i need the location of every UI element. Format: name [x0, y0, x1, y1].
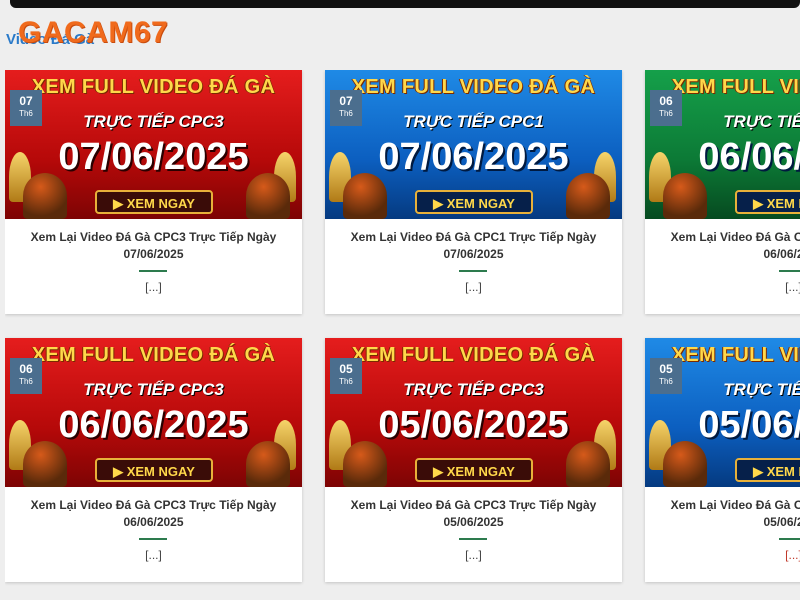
post-title[interactable]: Xem Lại Video Đá Gà CPC3 Trực Tiếp Ngày …: [335, 497, 612, 531]
banner-headline: XEM FULL VIDEO ĐÁ GÀ: [351, 76, 596, 98]
date-badge-month: Th6: [659, 377, 673, 386]
divider: [779, 270, 800, 272]
date-badge-day: 07: [19, 94, 33, 108]
date-badge: 07 Th6: [10, 90, 42, 126]
banner-headline: XEM FULL VIDEO ĐÁ GÀ: [31, 344, 276, 366]
top-bar: [10, 0, 800, 8]
date-badge-day: 06: [19, 362, 33, 376]
date-badge-month: Th6: [339, 377, 353, 386]
post-title[interactable]: Xem Lại Video Đá Gà CPC3 Trực Tiếp Ngày …: [15, 497, 292, 531]
date-badge: 05 Th6: [330, 358, 362, 394]
post-thumbnail[interactable]: XEM FULL VIDEO ĐÁ GÀ TRỰC TIẾP CPC3 05/0…: [325, 338, 622, 487]
post-thumbnail[interactable]: XEM FULL VIDEO ĐÁ GÀ TRỰC TIẾP CPC3 06/0…: [5, 338, 302, 487]
read-more-link[interactable]: [...]: [5, 548, 302, 562]
header: Video Đá Gà GACAM67: [0, 14, 800, 54]
date-badge-day: 06: [659, 94, 673, 108]
read-more-link[interactable]: [...]: [325, 548, 622, 562]
read-more-link[interactable]: [...]: [645, 280, 800, 294]
banner-subtitle: TRỰC TIẾP CPC3: [83, 112, 224, 131]
rooster-icon: [343, 441, 387, 487]
banner-date: 07/06/2025: [58, 136, 249, 178]
divider: [779, 538, 800, 540]
post-title[interactable]: Xem Lại Video Đá Gà CPC1 Trực Tiếp Ngày …: [335, 229, 612, 263]
date-badge-month: Th6: [339, 109, 353, 118]
banner-subtitle: TRỰC TIẾP CPC1: [403, 112, 544, 131]
read-more-link[interactable]: [...]: [5, 280, 302, 294]
watch-now-button: ▶ XEM NGAY: [415, 190, 533, 214]
banner-date: 06/06/2025: [58, 404, 249, 446]
banner-date: 07/06/2025: [378, 136, 569, 178]
post-card[interactable]: XEM FULL VIDEO ĐÁ GÀ TRỰC TIẾP CPC3 06/0…: [5, 338, 302, 582]
post-thumbnail[interactable]: XEM FULL VIDEO ĐÁ GÀ TRỰC TIẾP CPC1 07/0…: [325, 70, 622, 219]
banner-subtitle: TRỰC TIẾP CPC3: [83, 380, 224, 399]
date-badge-day: 05: [339, 362, 353, 376]
post-title[interactable]: Xem Lại Video Đá Gà CPC1 Trực Tiếp Ngày …: [655, 229, 800, 263]
post-thumbnail[interactable]: XEM FULL VIDEO ĐÁ GÀ TRỰC TIẾP CPC1 06/0…: [645, 70, 800, 219]
date-badge: 06 Th6: [10, 358, 42, 394]
divider: [139, 538, 167, 540]
banner-headline: XEM FULL VIDEO ĐÁ GÀ: [351, 344, 596, 366]
banner-date: 05/06/2025: [698, 404, 800, 446]
post-card[interactable]: XEM FULL VIDEO ĐÁ GÀ TRỰC TIẾP CPC1 05/0…: [645, 338, 800, 582]
rooster-icon: [663, 173, 707, 219]
post-card[interactable]: XEM FULL VIDEO ĐÁ GÀ TRỰC TIẾP CPC1 07/0…: [325, 70, 622, 314]
rooster-icon: [23, 441, 67, 487]
read-more-link[interactable]: [...]: [645, 548, 800, 562]
banner-date: 06/06/2025: [698, 136, 800, 178]
divider: [459, 538, 487, 540]
rooster-icon: [343, 173, 387, 219]
post-grid: XEM FULL VIDEO ĐÁ GÀ TRỰC TIẾP CPC3 07/0…: [5, 70, 800, 600]
watch-now-button: ▶ XEM NGAY: [415, 458, 533, 482]
divider: [139, 270, 167, 272]
watch-now-button: ▶ XEM NGAY: [95, 190, 213, 214]
post-card[interactable]: XEM FULL VIDEO ĐÁ GÀ TRỰC TIẾP CPC3 07/0…: [5, 70, 302, 314]
watch-now-button: ▶ XEM NGAY: [95, 458, 213, 482]
post-thumbnail[interactable]: XEM FULL VIDEO ĐÁ GÀ TRỰC TIẾP CPC1 05/0…: [645, 338, 800, 487]
post-title[interactable]: Xem Lại Video Đá Gà CPC3 Trực Tiếp Ngày …: [15, 229, 292, 263]
rooster-icon: [566, 441, 610, 487]
date-badge-day: 07: [339, 94, 353, 108]
date-badge: 06 Th6: [650, 90, 682, 126]
post-title[interactable]: Xem Lại Video Đá Gà CPC1 Trực Tiếp Ngày …: [655, 497, 800, 531]
watch-now-button: ▶ XEM NGAY: [735, 190, 800, 214]
watch-now-button: ▶ XEM NGAY: [735, 458, 800, 482]
rooster-icon: [566, 173, 610, 219]
date-badge-month: Th6: [19, 377, 33, 386]
date-badge-month: Th6: [19, 109, 33, 118]
date-badge: 05 Th6: [650, 358, 682, 394]
site-logo[interactable]: GACAM67: [18, 16, 168, 50]
post-card[interactable]: XEM FULL VIDEO ĐÁ GÀ TRỰC TIẾP CPC3 05/0…: [325, 338, 622, 582]
date-badge-day: 05: [659, 362, 673, 376]
rooster-icon: [246, 173, 290, 219]
banner-headline: XEM FULL VIDEO ĐÁ GÀ: [31, 76, 276, 98]
date-badge: 07 Th6: [330, 90, 362, 126]
post-card[interactable]: XEM FULL VIDEO ĐÁ GÀ TRỰC TIẾP CPC1 06/0…: [645, 70, 800, 314]
rooster-icon: [663, 441, 707, 487]
rooster-icon: [246, 441, 290, 487]
divider: [459, 270, 487, 272]
banner-subtitle: TRỰC TIẾP CPC3: [403, 380, 544, 399]
rooster-icon: [23, 173, 67, 219]
post-thumbnail[interactable]: XEM FULL VIDEO ĐÁ GÀ TRỰC TIẾP CPC3 07/0…: [5, 70, 302, 219]
banner-date: 05/06/2025: [378, 404, 569, 446]
read-more-link[interactable]: [...]: [325, 280, 622, 294]
date-badge-month: Th6: [659, 109, 673, 118]
